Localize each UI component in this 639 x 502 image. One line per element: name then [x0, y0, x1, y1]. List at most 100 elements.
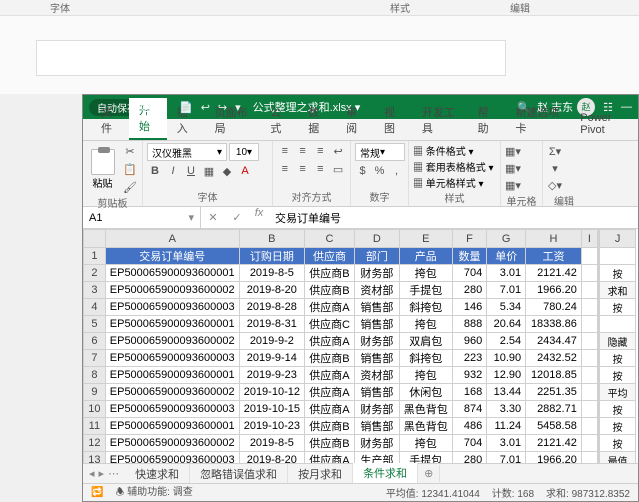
table-cell[interactable]: 11.24: [487, 418, 526, 435]
table-cell[interactable]: 3.30: [487, 401, 526, 418]
search-icon[interactable]: 🔍: [517, 101, 529, 114]
delete-cells-icon[interactable]: ▦▾: [505, 160, 521, 176]
wrap-text-icon[interactable]: ↩: [330, 143, 346, 159]
table-cell[interactable]: 2019-10-12: [239, 384, 304, 401]
row-header[interactable]: 5: [84, 316, 106, 333]
align-bottom-icon[interactable]: ≡: [313, 143, 329, 159]
table-cell[interactable]: 146: [452, 299, 486, 316]
insert-cells-icon[interactable]: ▦▾: [505, 143, 521, 159]
copy-icon[interactable]: 📋: [122, 161, 138, 177]
col-header[interactable]: E: [399, 230, 452, 248]
table-cell[interactable]: 资材部: [354, 367, 399, 384]
table-cell[interactable]: 13.44: [487, 384, 526, 401]
col-header[interactable]: G: [487, 230, 526, 248]
merge-icon[interactable]: ▭: [330, 161, 346, 177]
table-cell[interactable]: EP500065900093600001: [105, 316, 239, 333]
table-cell[interactable]: 2251.35: [526, 384, 582, 401]
fill-color-icon[interactable]: ◆: [219, 163, 235, 179]
table-cell[interactable]: 2019-9-2: [239, 333, 304, 350]
border-icon[interactable]: ▦: [201, 163, 217, 179]
table-header-cell[interactable]: 数量: [452, 248, 486, 265]
table-cell[interactable]: 销售部: [354, 384, 399, 401]
table-cell[interactable]: 932: [452, 367, 486, 384]
table-cell[interactable]: 挎包: [399, 367, 452, 384]
sheet-tab-3[interactable]: 按月求和: [288, 464, 353, 484]
table-cell[interactable]: 2.54: [487, 333, 526, 350]
confirm-formula-icon[interactable]: ✓: [232, 211, 241, 224]
table-cell[interactable]: 供应商C: [304, 316, 354, 333]
underline-icon[interactable]: U: [183, 163, 199, 179]
tab-powerpivot[interactable]: Power Pivot: [570, 108, 638, 140]
row-header[interactable]: 3: [84, 282, 106, 299]
table-cell[interactable]: 168: [452, 384, 486, 401]
comma-icon[interactable]: ,: [389, 163, 404, 179]
col-header[interactable]: D: [354, 230, 399, 248]
table-cell[interactable]: 2432.52: [526, 350, 582, 367]
tab-help[interactable]: 帮助: [468, 100, 506, 140]
table-cell[interactable]: 780.24: [526, 299, 582, 316]
cancel-formula-icon[interactable]: ✕: [208, 211, 217, 224]
add-sheet-button[interactable]: ⊕: [418, 465, 440, 482]
table-cell[interactable]: 2019-10-15: [239, 401, 304, 418]
data-table[interactable]: ABCDEFGHI1交易订单编号订购日期供应商部门产品数量单价工资2EP5000…: [83, 229, 598, 483]
table-format-button[interactable]: ▦ 套用表格格式 ▾: [413, 159, 496, 174]
table-cell[interactable]: 手提包: [399, 282, 452, 299]
table-cell[interactable]: 18338.86: [526, 316, 582, 333]
tab-developer[interactable]: 开发工具: [412, 100, 468, 140]
table-header-cell[interactable]: 交易订单编号: [105, 248, 239, 265]
table-cell[interactable]: 供应商B: [304, 435, 354, 452]
table-cell[interactable]: 704: [452, 265, 486, 282]
format-cells-icon[interactable]: ▦▾: [505, 177, 521, 193]
row-header[interactable]: 1: [84, 248, 106, 265]
table-cell[interactable]: 供应商B: [304, 350, 354, 367]
font-color-icon[interactable]: A: [237, 163, 253, 179]
redo-icon[interactable]: ↪: [218, 101, 227, 114]
col-header[interactable]: F: [452, 230, 486, 248]
table-cell[interactable]: 销售部: [354, 418, 399, 435]
table-cell[interactable]: 2019-8-28: [239, 299, 304, 316]
font-name-select[interactable]: 汉仪雅黑▾: [147, 143, 227, 161]
table-header-cell[interactable]: 单价: [487, 248, 526, 265]
table-cell[interactable]: 2019-10-23: [239, 418, 304, 435]
align-center-icon[interactable]: ≡: [295, 161, 311, 177]
sheet-next-icon[interactable]: ▸: [99, 467, 105, 480]
table-cell[interactable]: 供应商B: [304, 418, 354, 435]
table-cell[interactable]: 2019-9-14: [239, 350, 304, 367]
table-cell[interactable]: 12.90: [487, 367, 526, 384]
currency-icon[interactable]: $: [355, 163, 370, 179]
table-cell[interactable]: 2121.42: [526, 435, 582, 452]
table-cell[interactable]: 874: [452, 401, 486, 418]
table-header-cell[interactable]: 订购日期: [239, 248, 304, 265]
qat-more-icon[interactable]: ▾: [235, 101, 241, 114]
table-cell[interactable]: EP500065900093600002: [105, 384, 239, 401]
col-header[interactable]: B: [239, 230, 304, 248]
row-header[interactable]: 12: [84, 435, 106, 452]
tab-pagelayout[interactable]: 页面布局: [205, 100, 261, 140]
sheet-tab-2[interactable]: 忽略错误值求和: [190, 464, 288, 484]
row-header[interactable]: 6: [84, 333, 106, 350]
row-header[interactable]: 2: [84, 265, 106, 282]
table-cell[interactable]: EP500065900093600002: [105, 435, 239, 452]
table-cell[interactable]: 销售部: [354, 316, 399, 333]
align-right-icon[interactable]: ≡: [313, 161, 329, 177]
table-cell[interactable]: 10.90: [487, 350, 526, 367]
row-header[interactable]: 8: [84, 367, 106, 384]
table-cell[interactable]: 销售部: [354, 350, 399, 367]
italic-icon[interactable]: I: [165, 163, 181, 179]
table-cell[interactable]: 挎包: [399, 435, 452, 452]
col-header[interactable]: C: [304, 230, 354, 248]
table-cell[interactable]: 2019-8-5: [239, 435, 304, 452]
table-cell[interactable]: 3.01: [487, 435, 526, 452]
table-cell[interactable]: 资材部: [354, 282, 399, 299]
tab-review[interactable]: 审阅: [336, 100, 374, 140]
table-cell[interactable]: 486: [452, 418, 486, 435]
align-top-icon[interactable]: ≡: [277, 143, 293, 159]
table-cell[interactable]: 3.01: [487, 265, 526, 282]
table-header-cell[interactable]: 供应商: [304, 248, 354, 265]
table-cell[interactable]: 280: [452, 282, 486, 299]
table-cell[interactable]: EP500065900093600001: [105, 418, 239, 435]
table-cell[interactable]: 960: [452, 333, 486, 350]
table-cell[interactable]: 供应商B: [304, 282, 354, 299]
bold-icon[interactable]: B: [147, 163, 163, 179]
table-cell[interactable]: 双肩包: [399, 333, 452, 350]
